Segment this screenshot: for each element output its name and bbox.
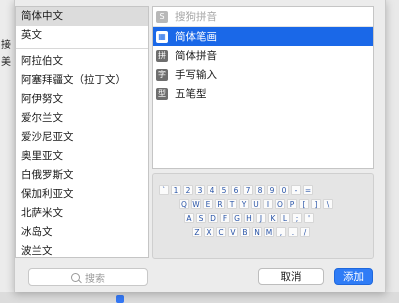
keyboard-key: / bbox=[300, 227, 310, 237]
language-item[interactable]: 波兰文 bbox=[16, 242, 148, 257]
keyboard-key: 8 bbox=[255, 185, 265, 195]
keyboard-key: 0 bbox=[279, 185, 289, 195]
keyboard-row: Q W E R T Y U I O P[] \ bbox=[179, 199, 335, 209]
keyboard-key: 4 bbox=[207, 185, 217, 195]
input-method-item[interactable]: ▦ 简体笔画 bbox=[153, 27, 373, 46]
keyboard-key: W bbox=[191, 199, 201, 209]
background-label: 美 bbox=[1, 57, 11, 68]
keyboard-key: M bbox=[264, 227, 274, 237]
stroke-icon: ▦ bbox=[156, 30, 168, 43]
keyboard-key: = bbox=[303, 185, 313, 195]
keyboard-key: J bbox=[256, 213, 266, 223]
keyboard-key: D bbox=[208, 213, 218, 223]
keyboard-key: 2 bbox=[183, 185, 193, 195]
keyboard-key: V bbox=[228, 227, 238, 237]
keyboard-key: I bbox=[263, 199, 273, 209]
handwriting-icon: 字 bbox=[156, 68, 168, 81]
keyboard-key: S bbox=[196, 213, 206, 223]
input-method-label: 简体拼音 bbox=[175, 50, 217, 62]
input-method-item[interactable]: 型五笔型 bbox=[153, 84, 373, 103]
keyboard-key: ` bbox=[159, 185, 169, 195]
keyboard-key: B bbox=[240, 227, 250, 237]
keyboard-key: F bbox=[220, 213, 230, 223]
language-item[interactable]: 阿塞拜疆文（拉丁文） bbox=[16, 71, 148, 90]
keyboard-key: - bbox=[291, 185, 301, 195]
input-method-list[interactable]: S 搜狗拼音 ▦ 简体笔画拼简体拼音字手写输入型五笔型 bbox=[152, 6, 374, 169]
keyboard-key: O bbox=[275, 199, 285, 209]
language-item[interactable]: 阿拉伯文 bbox=[16, 52, 148, 71]
language-list[interactable]: 简体中文 英文阿拉伯文 阿塞拜疆文（拉丁文） 阿伊努文 爱尔兰文 爱沙尼亚文 奥里亚文 白俄罗… bbox=[15, 6, 149, 258]
input-method-item: S 搜狗拼音 bbox=[153, 7, 373, 27]
keyboard-row: Z X C V B N M,. / bbox=[192, 227, 312, 237]
search-icon bbox=[71, 272, 80, 282]
keyboard-key: C bbox=[216, 227, 226, 237]
pinyin-icon: 拼 bbox=[156, 49, 168, 62]
input-method-item[interactable]: 字手写输入 bbox=[153, 65, 373, 84]
input-method-label: 五笔型 bbox=[175, 88, 207, 100]
language-item[interactable]: 阿伊努文 bbox=[16, 90, 148, 109]
keyboard-key: ' bbox=[304, 213, 314, 223]
keyboard-key: Y bbox=[239, 199, 249, 209]
language-item[interactable]: 爱尔兰文 bbox=[16, 109, 148, 128]
keyboard-key: 1 bbox=[171, 185, 181, 195]
keyboard-key: , bbox=[276, 227, 286, 237]
language-item[interactable]: 爱沙尼亚文 bbox=[16, 128, 148, 147]
keyboard-key: Z bbox=[192, 227, 202, 237]
keyboard-key: N bbox=[252, 227, 262, 237]
search-placeholder: 搜索 bbox=[85, 273, 105, 285]
sogou-icon: S bbox=[156, 10, 168, 23]
background-checkbox bbox=[116, 295, 124, 303]
keyboard-key: 9 bbox=[267, 185, 277, 195]
input-method-label: 搜狗拼音 bbox=[175, 11, 217, 23]
input-method-item[interactable]: 拼简体拼音 bbox=[153, 46, 373, 65]
wubi-icon: 型 bbox=[156, 87, 168, 100]
cancel-button[interactable]: 取消 bbox=[258, 268, 324, 285]
keyboard-key: U bbox=[251, 199, 261, 209]
keyboard-key: 6 bbox=[231, 185, 241, 195]
background-footer bbox=[0, 292, 399, 303]
keyboard-row: A S D F G H J K L; ' bbox=[184, 213, 316, 223]
language-item[interactable]: 简体中文 bbox=[16, 7, 148, 26]
language-item[interactable]: 冰岛文 bbox=[16, 223, 148, 242]
keyboard-key: 7 bbox=[243, 185, 253, 195]
language-item[interactable]: 奥里亚文 bbox=[16, 147, 148, 166]
keyboard-key: L bbox=[280, 213, 290, 223]
keyboard-preview: ` 1 2 3 4 5 6 7 8 9 0- = Q W E R T Y U I O P[] \ A S D F G H J K L; ' Z X C… bbox=[152, 173, 374, 259]
add-button[interactable]: 添加 bbox=[334, 268, 373, 285]
language-item[interactable]: 英文 bbox=[16, 26, 148, 45]
keyboard-key: T bbox=[227, 199, 237, 209]
input-method-label: 简体笔画 bbox=[175, 31, 217, 43]
language-item[interactable]: 保加利亚文 bbox=[16, 185, 148, 204]
keyboard-key: Q bbox=[179, 199, 189, 209]
keyboard-key: P bbox=[287, 199, 297, 209]
keyboard-key: ] bbox=[311, 199, 321, 209]
keyboard-key: H bbox=[244, 213, 254, 223]
keyboard-key: E bbox=[203, 199, 213, 209]
language-item[interactable]: 北萨米文 bbox=[16, 204, 148, 223]
list-separator bbox=[16, 48, 148, 49]
keyboard-row: ` 1 2 3 4 5 6 7 8 9 0- = bbox=[159, 185, 315, 195]
keyboard-key: \ bbox=[323, 199, 333, 209]
keyboard-key: [ bbox=[299, 199, 309, 209]
keyboard-key: 5 bbox=[219, 185, 229, 195]
keyboard-key: K bbox=[268, 213, 278, 223]
keyboard-key: A bbox=[184, 213, 194, 223]
search-field[interactable]: 搜索 bbox=[28, 268, 148, 286]
keyboard-key: G bbox=[232, 213, 242, 223]
input-method-label: 手写输入 bbox=[175, 69, 217, 81]
background-label: 接 bbox=[1, 40, 11, 51]
keyboard-key: X bbox=[204, 227, 214, 237]
keyboard-key: . bbox=[288, 227, 298, 237]
language-item[interactable]: 白俄罗斯文 bbox=[16, 166, 148, 185]
keyboard-key: R bbox=[215, 199, 225, 209]
keyboard-key: 3 bbox=[195, 185, 205, 195]
keyboard-key: ; bbox=[292, 213, 302, 223]
